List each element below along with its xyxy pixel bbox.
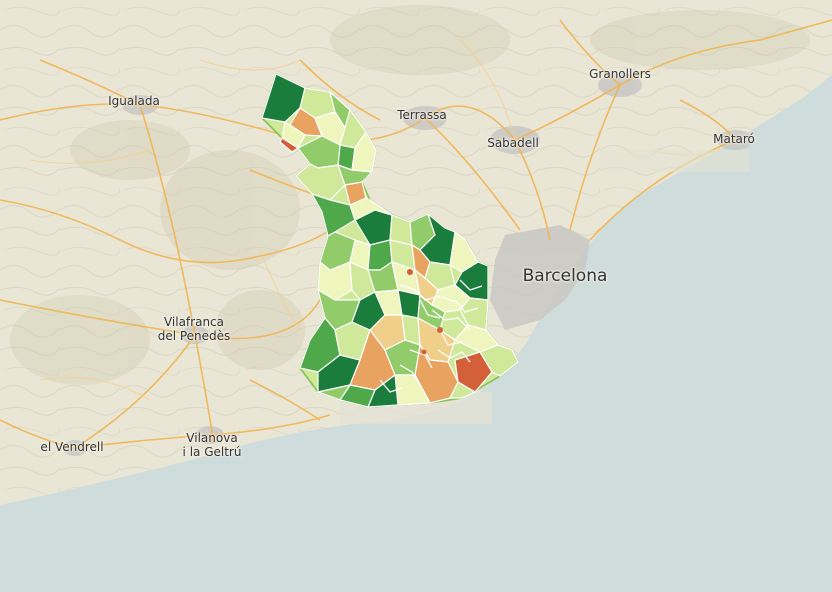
map-canvas[interactable]: Igualada Terrassa Sabadell Granollers Ma… <box>0 0 832 592</box>
place-label-igualada: Igualada <box>108 94 160 108</box>
place-label-vilafranca: Vilafranca del Penedès <box>158 315 231 343</box>
place-label-sabadell: Sabadell <box>487 136 539 150</box>
place-label-vilanova: Vilanova i la Geltrú <box>183 431 242 459</box>
basemap <box>0 0 832 592</box>
place-label-granollers: Granollers <box>589 67 651 81</box>
place-label-terrassa: Terrassa <box>397 108 447 122</box>
place-label-vendrell: el Vendrell <box>40 440 104 454</box>
place-label-vilanova-line2: i la Geltrú <box>182 445 242 459</box>
place-label-mataro: Mataró <box>713 132 755 146</box>
place-label-barcelona: Barcelona <box>522 266 608 286</box>
place-label-vilafranca-line2: del Penedès <box>157 329 231 343</box>
place-label-vilanova-line1: Vilanova <box>186 431 238 445</box>
place-label-vilafranca-line1: Vilafranca <box>163 315 225 329</box>
